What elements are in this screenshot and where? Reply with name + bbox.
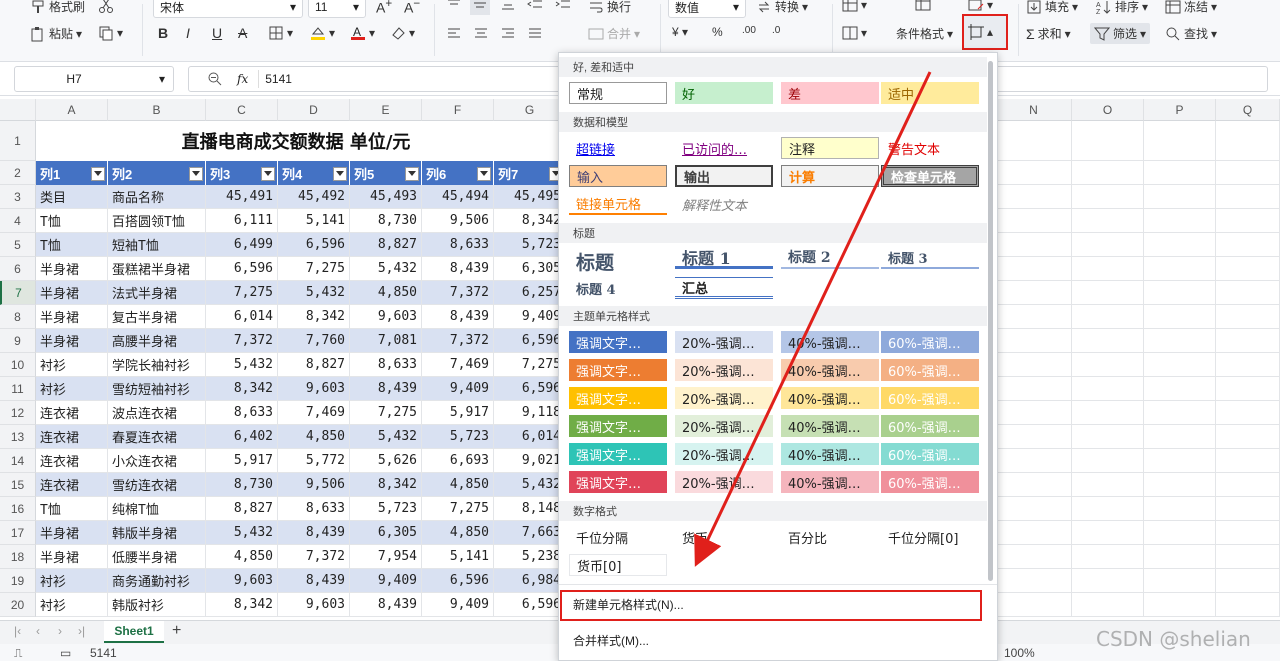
watermark: CSDN @shelian [1096,627,1251,651]
annotation-arrow [694,71,932,567]
